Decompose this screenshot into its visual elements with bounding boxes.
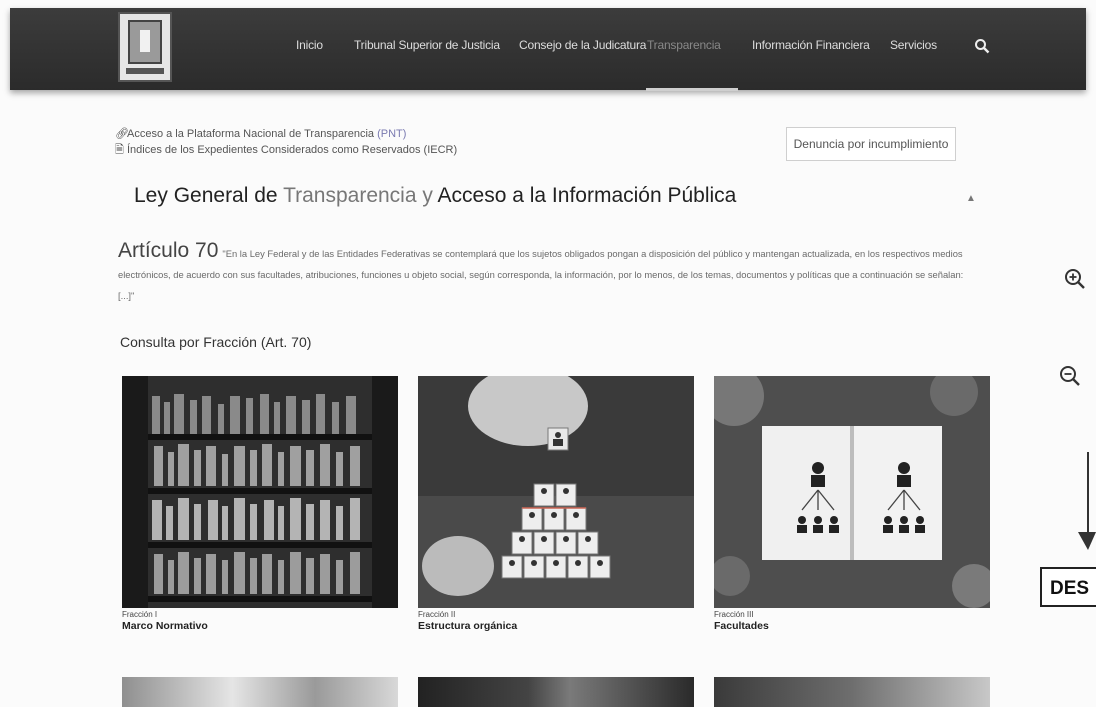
- top-navbar: Inicio Tribunal Superior de Justicia Con…: [10, 8, 1086, 91]
- org-pyramid-image: [418, 376, 694, 608]
- transparency-links: 🔗︎Acceso a la Plataforma Nacional de Tra…: [115, 126, 457, 158]
- articulo-heading: Artículo 70: [118, 239, 219, 262]
- law-title: Ley General de Transparencia y Acceso a …: [134, 184, 737, 207]
- nav-item-tribunal[interactable]: Tribunal Superior de Justicia: [354, 38, 500, 52]
- articulo-body: "En la Ley Federal y de las Entidades Fe…: [118, 248, 964, 301]
- link-icon: 🔗︎: [115, 128, 129, 140]
- arrow-down-icon: [1078, 452, 1096, 550]
- card-fraccion-3[interactable]: Fracción III Facultades: [714, 376, 990, 632]
- card-fraccion-6[interactable]: [714, 677, 990, 707]
- card-fraccion-2[interactable]: Fracción II Estructura orgánica: [418, 376, 694, 632]
- collapse-caret-icon[interactable]: ▲: [966, 193, 976, 204]
- consulta-heading: Consulta por Fracción (Art. 70): [120, 334, 312, 350]
- card-title: Estructura orgánica: [418, 620, 518, 632]
- card-fraccion-4[interactable]: [122, 677, 398, 707]
- card-fraccion-label: Fracción I: [122, 610, 158, 619]
- iecr-link[interactable]: 🗎︎ Índices de los Expedientes Considerado…: [115, 142, 457, 158]
- card-fraccion-5[interactable]: [418, 677, 694, 707]
- denuncia-button[interactable]: Denuncia por incumplimiento: [786, 127, 956, 161]
- articulo-70-text: Artículo 70 "En la Ley Federal y de las E…: [118, 240, 968, 306]
- card-image: [714, 677, 990, 707]
- document-icon: 🗎︎: [115, 144, 124, 156]
- nav-item-servicios[interactable]: Servicios: [890, 38, 937, 52]
- nav-item-consejo[interactable]: Consejo de la Judicatura: [519, 38, 646, 52]
- card-title: Facultades: [714, 620, 769, 632]
- zoom-in-icon[interactable]: [1064, 268, 1086, 290]
- library-image: [122, 376, 398, 608]
- card-image: [122, 677, 398, 707]
- card-fraccion-1[interactable]: Fracción I Marco Normativo: [122, 376, 398, 632]
- nav-item-inicio[interactable]: Inicio: [296, 38, 323, 52]
- org-chart-book-image: [714, 376, 990, 608]
- nav-item-transparencia[interactable]: Transparencia: [647, 38, 721, 52]
- active-tab-underline: [646, 88, 738, 91]
- card-fraccion-label: Fracción II: [418, 610, 456, 619]
- descargar-button[interactable]: DES: [1040, 567, 1096, 607]
- pnt-link[interactable]: 🔗︎Acceso a la Plataforma Nacional de Tra…: [115, 126, 457, 142]
- zoom-out-icon[interactable]: [1059, 365, 1081, 387]
- card-fraccion-label: Fracción III: [714, 610, 754, 619]
- tribunal-logo[interactable]: [118, 12, 172, 82]
- card-image: [418, 677, 694, 707]
- search-icon[interactable]: [974, 38, 990, 54]
- nav-item-informacion-financiera[interactable]: Información Financiera: [752, 38, 870, 52]
- card-title: Marco Normativo: [122, 620, 208, 632]
